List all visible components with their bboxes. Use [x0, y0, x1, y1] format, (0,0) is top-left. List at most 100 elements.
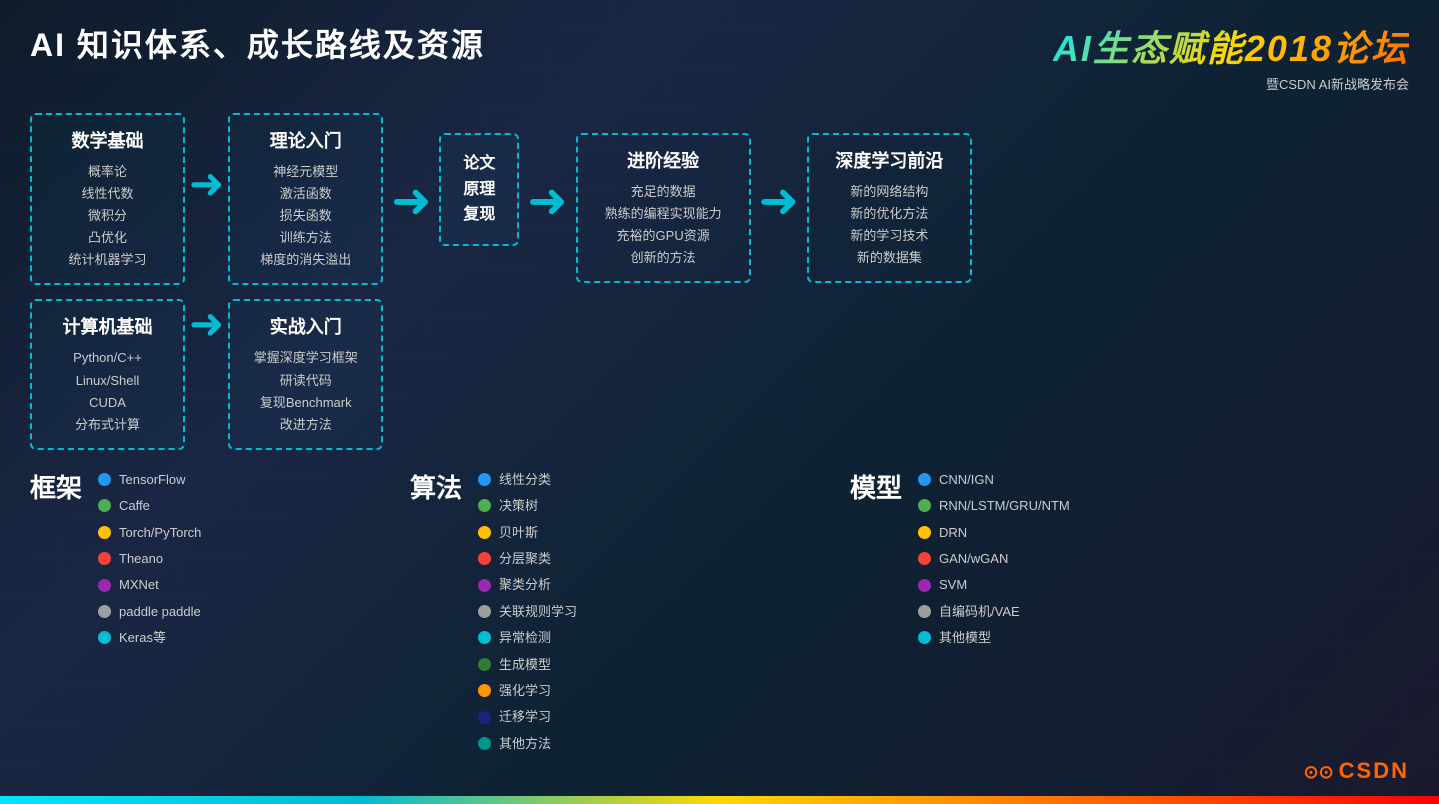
algo-tree: 决策树 — [478, 494, 577, 517]
computer-title: 计算机基础 — [48, 313, 167, 339]
dot-gray-2 — [478, 605, 491, 618]
algo-bayes: 贝叶斯 — [478, 521, 577, 544]
framework-name: TensorFlow — [119, 468, 185, 491]
csdn-logo: ⊙⊙ CSDN — [1303, 758, 1409, 784]
algo-transfer: 迁移学习 — [478, 705, 577, 728]
arrow-right-icon: ➜ — [189, 159, 224, 208]
algorithms-list: 线性分类 决策树 贝叶斯 分层聚类 聚类分析 — [478, 468, 577, 755]
dot-red — [98, 552, 111, 565]
dot-yellow — [98, 526, 111, 539]
models-list: CNN/IGN RNN/LSTM/GRU/NTM DRN GAN/wGAN SV… — [918, 468, 1070, 650]
dot-gray — [98, 605, 111, 618]
arrow-right-icon-5: ➜ — [759, 173, 799, 229]
algo-linear: 线性分类 — [478, 468, 577, 491]
framework-name: Torch/PyTorch — [119, 521, 201, 544]
computer-items: Python/C++Linux/ShellCUDA分布式计算 — [48, 347, 167, 435]
dot-dark-green — [478, 658, 491, 671]
dot-dark-blue — [478, 711, 491, 724]
model-name: GAN/wGAN — [939, 547, 1008, 570]
csdn-icon-circles: ⊙⊙ — [1303, 762, 1338, 782]
adv-title: 进阶经验 — [594, 147, 733, 173]
dot-red-3 — [918, 552, 931, 565]
algo-gen: 生成模型 — [478, 653, 577, 676]
framework-torch: Torch/PyTorch — [98, 521, 201, 544]
framework-name: Caffe — [119, 494, 150, 517]
dot-blue-3 — [918, 473, 931, 486]
dot-green-3 — [918, 499, 931, 512]
main-content: AI 知识体系、成长路线及资源 AI生态赋能2018论坛 暨CSDN AI新战略… — [0, 0, 1439, 804]
dot-teal — [478, 737, 491, 750]
arrow-2: ➜ — [383, 173, 439, 229]
framework-theano: Theano — [98, 547, 201, 570]
framework-tensorflow: TensorFlow — [98, 468, 201, 491]
deep-box: 深度学习前沿 新的网络结构新的优化方法新的学习技术新的数据集 — [807, 133, 972, 283]
header: AI 知识体系、成长路线及资源 AI生态赋能2018论坛 暨CSDN AI新战略… — [30, 20, 1409, 93]
practice-items: 掌握深度学习框架研读代码复现Benchmark改进方法 — [246, 347, 365, 435]
dot-green — [98, 499, 111, 512]
algo-name: 线性分类 — [499, 468, 551, 491]
arrow-right-icon-3: ➜ — [391, 173, 431, 229]
model-name: CNN/IGN — [939, 468, 994, 491]
dot-purple-2 — [478, 579, 491, 592]
math-title: 数学基础 — [48, 127, 167, 153]
algo-other: 其他方法 — [478, 732, 577, 755]
dot-cyan — [98, 631, 111, 644]
algo-name: 贝叶斯 — [499, 521, 538, 544]
bottom-decorative-bar — [0, 796, 1439, 804]
math-items: 概率论线性代数微积分凸优化统计机器学习 — [48, 161, 167, 271]
dot-gray-3 — [918, 605, 931, 618]
model-drn: DRN — [918, 521, 1070, 544]
csdn-text: CSDN — [1339, 758, 1409, 783]
dot-orange — [478, 684, 491, 697]
logo-main: AI生态赋能2018论坛 — [1053, 20, 1409, 72]
dot-blue-2 — [478, 473, 491, 486]
framework-name: MXNet — [119, 573, 159, 596]
model-vae: 自编码机/VAE — [918, 600, 1070, 623]
algo-rl: 强化学习 — [478, 679, 577, 702]
dot-cyan-2 — [478, 631, 491, 644]
framework-paddle: paddle paddle — [98, 600, 201, 623]
framework-caffe: Caffe — [98, 494, 201, 517]
theory-box: 理论入门 神经元模型激活函数损失函数训练方法梯度的消失溢出 — [228, 113, 383, 285]
framework-name: Keras等 — [119, 626, 166, 649]
bottom-section: 框架 TensorFlow Caffe Torch/PyTorch Theano — [30, 468, 1409, 755]
algo-cluster: 分层聚类 — [478, 547, 577, 570]
algorithms-title: 算法 — [410, 468, 462, 505]
algo-cluster2: 聚类分析 — [478, 573, 577, 596]
adv-box: 进阶经验 充足的数据熟练的编程实现能力充裕的GPU资源创新的方法 — [576, 133, 751, 283]
arrow-pair-1: ➜ ➜ — [185, 113, 228, 393]
model-name: 自编码机/VAE — [939, 600, 1020, 623]
framework-name: paddle paddle — [119, 600, 201, 623]
frameworks-list: TensorFlow Caffe Torch/PyTorch Theano MX… — [98, 468, 201, 650]
dot-blue — [98, 473, 111, 486]
col2: 理论入门 神经元模型激活函数损失函数训练方法梯度的消失溢出 实战入门 掌握深度学… — [228, 113, 383, 450]
arrow-right-icon-4: ➜ — [527, 173, 567, 229]
logo-sub: 暨CSDN AI新战略发布会 — [1053, 74, 1409, 93]
arrow-4: ➜ — [751, 173, 807, 229]
dot-green-2 — [478, 499, 491, 512]
algo-name: 聚类分析 — [499, 573, 551, 596]
paper-title: 论文原理复现 — [463, 151, 495, 228]
frameworks-section: 框架 TensorFlow Caffe Torch/PyTorch Theano — [30, 468, 370, 650]
model-other: 其他模型 — [918, 626, 1070, 649]
framework-name: Theano — [119, 547, 163, 570]
model-gan: GAN/wGAN — [918, 547, 1070, 570]
algo-name: 其他方法 — [499, 732, 551, 755]
algo-name: 分层聚类 — [499, 547, 551, 570]
arrow-1-top: ➜ — [189, 159, 224, 208]
model-name: RNN/LSTM/GRU/NTM — [939, 494, 1070, 517]
model-rnn: RNN/LSTM/GRU/NTM — [918, 494, 1070, 517]
dot-yellow-2 — [478, 526, 491, 539]
dot-yellow-3 — [918, 526, 931, 539]
arrow-1-bottom: ➜ — [189, 299, 224, 348]
math-box: 数学基础 概率论线性代数微积分凸优化统计机器学习 — [30, 113, 185, 285]
dot-purple — [98, 579, 111, 592]
model-name: 其他模型 — [939, 626, 991, 649]
adv-items: 充足的数据熟练的编程实现能力充裕的GPU资源创新的方法 — [594, 181, 733, 269]
logo-area: AI生态赋能2018论坛 暨CSDN AI新战略发布会 — [1053, 20, 1409, 93]
deep-items: 新的网络结构新的优化方法新的学习技术新的数据集 — [825, 181, 954, 269]
deep-title: 深度学习前沿 — [825, 147, 954, 173]
model-name: SVM — [939, 573, 967, 596]
model-name: DRN — [939, 521, 967, 544]
dot-purple-3 — [918, 579, 931, 592]
